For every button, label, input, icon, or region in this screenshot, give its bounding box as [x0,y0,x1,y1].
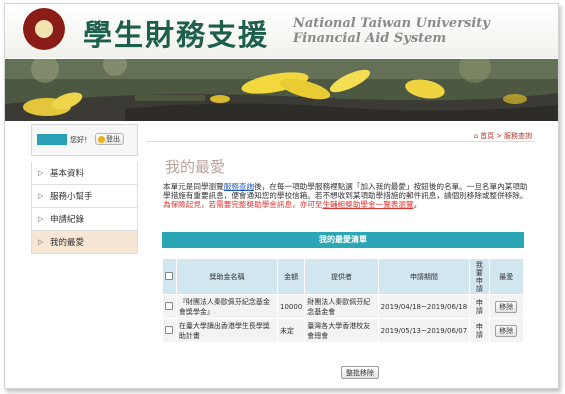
logout-label: 登出 [106,135,120,143]
intro-text: 本單元是同學瀏覽服務查詢後，在每一項助學服務裡點選「加入我的最愛」按鈕後的名單。… [163,182,533,209]
logout-button[interactable]: 登出 [95,133,124,145]
user-name-bar [37,134,67,145]
cell-period: 2019/05/13~2019/06/07 [377,318,471,343]
scholarship-list-link[interactable]: 生輔組獎助學金一覽表瀏覽 [322,200,413,209]
university-logo[interactable] [23,8,65,50]
site-title-en-line1: National Taiwan University [293,16,490,31]
triangle-right-icon: ▷ [38,169,44,177]
favorites-table: 獎助金名稱 金額 提供者 申請期間 我要申請 最愛 『財團法人秦歐佩芬紀念基金會… [162,258,525,343]
remove-button[interactable]: 移除 [495,300,518,313]
home-icon: ⌂ [473,132,479,140]
table-header-row: 獎助金名稱 金額 提供者 申請期間 我要申請 最愛 [162,258,525,295]
browser-frame: 學生財務支援 National Taiwan University Financ… [4,3,559,389]
breadcrumb-home[interactable]: 首頁 [480,131,494,141]
row-checkbox[interactable] [165,301,174,310]
col-apply-label: 我要申請 [475,260,483,293]
col-apply: 我要申請 [469,258,490,295]
cell-apply: 申請 [469,294,490,319]
sidebar-item-basic-info[interactable]: ▷ 基本資料 [31,162,138,185]
apply-link[interactable]: 申請 [475,299,483,315]
favorites-header: 我的最愛清單 [162,232,524,248]
breadcrumb-separator: > [496,132,502,140]
cell-period: 2019/04/18~2019/06/18 [377,294,471,319]
logo-seal [34,19,54,39]
service-search-link[interactable]: 服務查詢 [224,182,254,191]
site-title-cn: 學生財務支援 [83,18,270,52]
intro-text-1: 本單元是同學瀏覽 [163,182,224,191]
breadcrumb-divider [146,141,534,142]
sidebar-item-label: 我的最愛 [50,238,85,248]
table-row: 『財團法人秦歐佩芬紀念基金會獎學金』 10000 財團法人秦歐佩芬紀念基金會 2… [162,294,525,319]
user-greeting: 您好！ [70,136,91,144]
sidebar: 您好！ 登出 ▷ 基本資料 ▷ 服務小幫手 ▷ 申請紀錄 ▷ 我的最愛 [31,124,138,254]
flower-banner [5,59,558,121]
col-name: 獎助金名稱 [175,258,279,295]
row-select-cell [162,294,177,319]
site-title-en-line2: Financial Aid System [293,31,447,46]
triangle-right-icon: ▷ [38,192,44,200]
triangle-right-icon: ▷ [38,238,44,246]
cell-remove: 移除 [488,294,525,319]
row-select-cell [162,318,177,343]
remove-button[interactable]: 移除 [495,324,518,337]
batch-remove-button[interactable]: 整批移除 [341,366,379,379]
select-all-checkbox[interactable] [165,271,174,280]
cell-provider: 財團法人秦歐佩芬紀念基金會 [304,294,379,319]
cell-apply: 申請 [469,318,490,343]
intro-warning: 為保險起見，若需要完整獎助學金訊息，亦可至 [163,200,323,209]
col-period: 申請期間 [377,258,471,295]
logout-icon [98,135,105,143]
cell-amount: 10000 [277,294,306,319]
cell-amount: 未定 [277,318,306,343]
triangle-right-icon: ▷ [38,215,44,223]
banner-illustration [5,59,558,121]
apply-link[interactable]: 申請 [475,323,483,339]
row-checkbox[interactable] [165,325,174,334]
cell-name: 『財團法人秦歐佩芬紀念基金會獎學金』 [175,294,279,319]
breadcrumb-current[interactable]: 服務查詢 [504,131,532,141]
sidebar-item-favorites[interactable]: ▷ 我的最愛 [31,231,138,254]
page-title: 我的最愛 [165,158,226,176]
sidebar-item-label: 服務小幫手 [50,192,93,202]
col-amount: 金額 [277,258,306,295]
site-title-en: National Taiwan University Financial Aid… [293,16,490,46]
intro-end: 。 [413,200,422,209]
site-header: 學生財務支援 National Taiwan University Financ… [5,4,558,58]
select-all-cell [162,258,177,295]
sidebar-item-label: 申請紀錄 [50,215,85,225]
breadcrumb: ⌂ 首頁 > 服務查詢 [474,131,532,141]
sidebar-item-helper[interactable]: ▷ 服務小幫手 [31,185,138,208]
col-provider: 提供者 [304,258,379,295]
table-row: 在臺大學讀出香港學生長學獎助計畫 未定 臺灣各大學香港校友會總會 2019/05… [162,318,525,343]
user-box: 您好！ 登出 [31,124,138,156]
col-fav: 最愛 [488,258,525,295]
cell-name: 在臺大學讀出香港學生長學獎助計畫 [175,318,279,343]
cell-remove: 移除 [488,318,525,343]
cell-provider: 臺灣各大學香港校友會總會 [304,318,379,343]
sidebar-item-records[interactable]: ▷ 申請紀錄 [31,208,138,231]
sidebar-item-label: 基本資料 [50,169,85,179]
